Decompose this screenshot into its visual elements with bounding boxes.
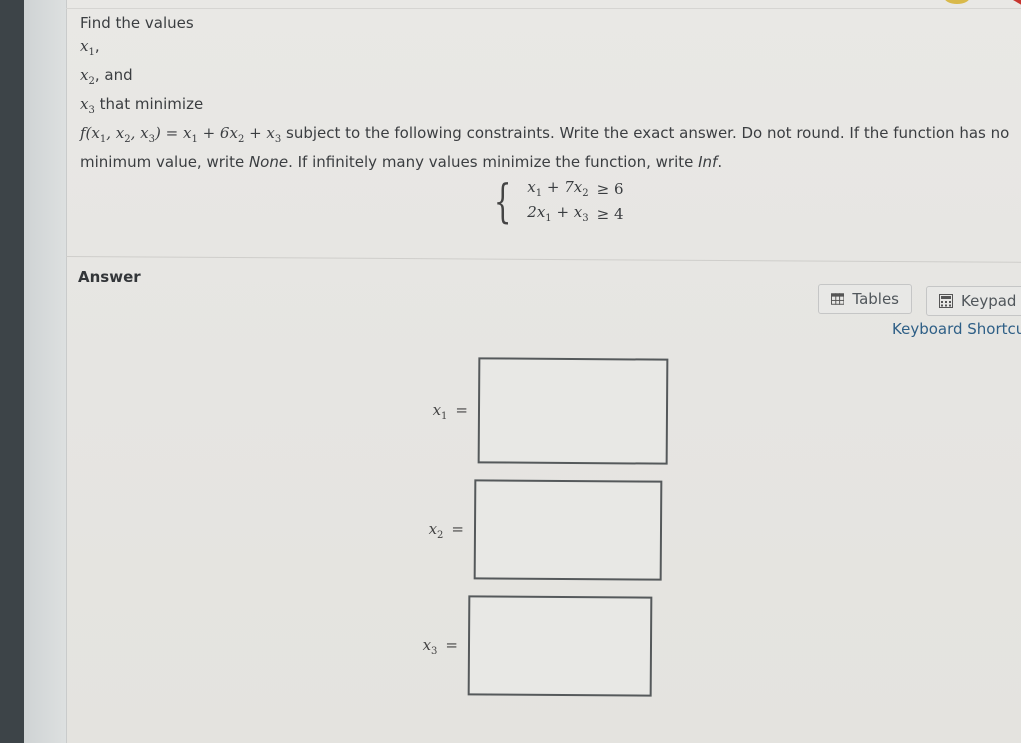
none-keyword: None (248, 153, 289, 171)
tables-button[interactable]: Tables (818, 284, 912, 314)
top-border (66, 8, 1021, 9)
keyboard-shortcuts-link[interactable]: Keyboard Shortcuts (892, 320, 1021, 338)
x1-input[interactable] (477, 357, 669, 465)
x2-input[interactable] (473, 479, 663, 581)
constraint-row: 2x1 + x3 ≥ 4 (527, 203, 624, 224)
inf-keyword: Inf (698, 153, 718, 171)
question-intro: Find the values (80, 14, 194, 32)
x2-label: x2 = (428, 519, 464, 541)
table-icon (831, 293, 845, 305)
objective-line: f(x1, x2, x3) = x1 + 6x2 + x3 subject to… (80, 122, 1009, 151)
question-text: Find the values x1, x2, and x3 that mini… (80, 12, 1009, 174)
section-divider (65, 256, 1021, 263)
left-panel-edge (24, 0, 67, 743)
answer-row-x2: x2 = (424, 479, 663, 581)
instruction-text: subject to the following constraints. Wr… (281, 124, 1010, 142)
screen: Find the values x1, x2, and x3 that mini… (24, 0, 1021, 743)
answer-row-x1: x1 = (428, 357, 669, 465)
x1-label: x1 = (432, 400, 468, 422)
flag-icon (1012, 0, 1021, 7)
constraint-row: x1 + 7x2 ≥ 6 (527, 178, 624, 199)
var-x1: x1 (80, 37, 95, 58)
constraints-table: x1 + 7x2 ≥ 6 2x1 + x3 ≥ 4 (523, 176, 627, 226)
calculator-icon (939, 294, 953, 308)
x3-input[interactable] (467, 595, 653, 697)
left-brace-icon: { (493, 174, 512, 228)
var-x2: x2 (80, 66, 95, 87)
var-x3: x3 (80, 95, 95, 116)
keypad-button[interactable]: Keypad (926, 286, 1021, 316)
instruction-line-2: minimum value, write None. If infinitely… (80, 153, 723, 171)
answer-row-x3: x3 = (418, 595, 653, 697)
objective-function: f(x1, x2, x3) = x1 + 6x2 + x3 (80, 124, 282, 145)
answer-heading: Answer (78, 268, 141, 286)
avatar-icon (944, 0, 970, 4)
constraint-system: { x1 + 7x2 ≥ 6 2x1 + x3 ≥ 4 (488, 176, 628, 226)
x3-label: x3 = (422, 635, 458, 657)
